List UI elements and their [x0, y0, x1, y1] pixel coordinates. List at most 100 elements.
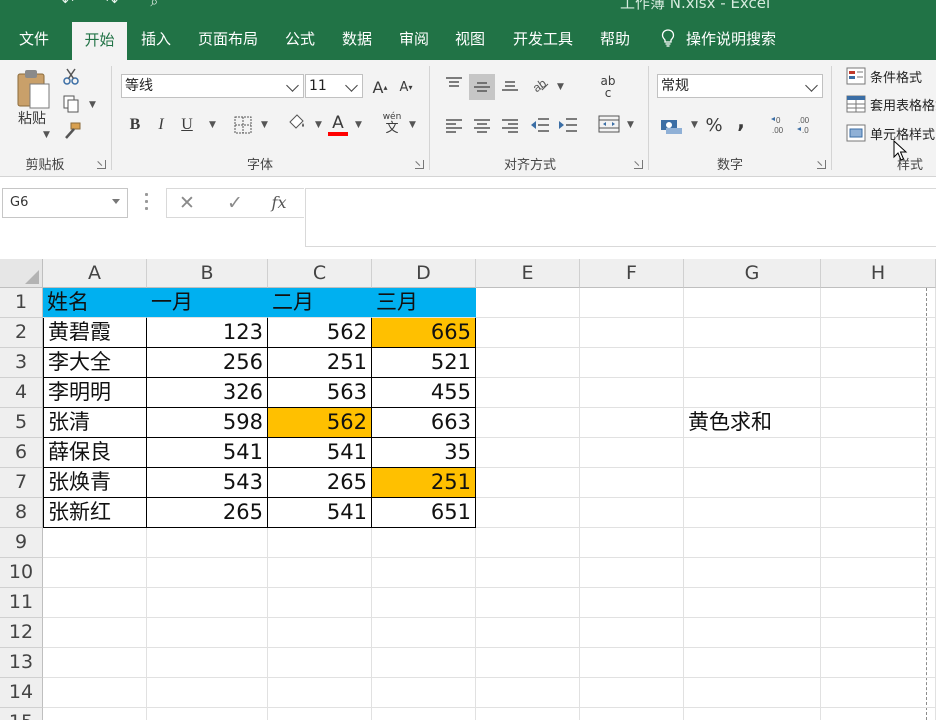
- cell-d4[interactable]: 455: [372, 378, 476, 408]
- cell-f1[interactable]: [580, 288, 684, 318]
- cell-g3[interactable]: [684, 348, 821, 378]
- cell-a13[interactable]: [43, 648, 147, 678]
- cell-d10[interactable]: [372, 558, 476, 588]
- cell-a8[interactable]: 张新红: [43, 498, 147, 528]
- cell-c14[interactable]: [268, 678, 372, 708]
- row-header-4[interactable]: 4: [0, 378, 43, 408]
- cell-c6[interactable]: 541: [268, 438, 372, 468]
- italic-button[interactable]: I: [150, 114, 172, 136]
- row-header-14[interactable]: 14: [0, 678, 43, 708]
- tab-insert[interactable]: 插入: [132, 20, 180, 60]
- cell-d1[interactable]: 三月: [372, 288, 476, 318]
- tab-developer[interactable]: 开发工具: [505, 20, 581, 60]
- cell-f9[interactable]: [580, 528, 684, 558]
- column-header-d[interactable]: D: [372, 259, 476, 288]
- row-header-8[interactable]: 8: [0, 498, 43, 528]
- phonetic-guide-button[interactable]: wén 文: [380, 110, 404, 138]
- cell-c3[interactable]: 251: [268, 348, 372, 378]
- cell-e13[interactable]: [476, 648, 580, 678]
- cell-h2[interactable]: [821, 318, 936, 348]
- cell-b3[interactable]: 256: [147, 348, 268, 378]
- cell-g13[interactable]: [684, 648, 821, 678]
- cell-h3[interactable]: [821, 348, 936, 378]
- cell-a14[interactable]: [43, 678, 147, 708]
- fill-color-icon[interactable]: [286, 112, 308, 136]
- cell-h6[interactable]: [821, 438, 936, 468]
- fill-color-dropdown-icon[interactable]: ▼: [315, 120, 322, 130]
- merge-dropdown-icon[interactable]: ▼: [627, 120, 634, 130]
- borders-icon[interactable]: [234, 116, 252, 134]
- cell-e4[interactable]: [476, 378, 580, 408]
- name-box-dropdown-icon[interactable]: [112, 199, 120, 204]
- cell-g1[interactable]: [684, 288, 821, 318]
- tab-help[interactable]: 帮助: [591, 20, 639, 60]
- cell-a1[interactable]: 姓名: [43, 288, 147, 318]
- format-painter-icon[interactable]: [62, 122, 82, 140]
- accounting-dropdown-icon[interactable]: ▼: [691, 120, 698, 130]
- borders-dropdown-icon[interactable]: ▼: [261, 120, 268, 130]
- cell-b4[interactable]: 326: [147, 378, 268, 408]
- cell-d3[interactable]: 521: [372, 348, 476, 378]
- row-header-11[interactable]: 11: [0, 588, 43, 618]
- row-header-6[interactable]: 6: [0, 438, 43, 468]
- number-format-combo[interactable]: 常规: [657, 74, 823, 98]
- increase-indent-icon[interactable]: [558, 116, 578, 134]
- cell-e7[interactable]: [476, 468, 580, 498]
- wrap-text-button[interactable]: ab c: [596, 72, 620, 102]
- bold-button[interactable]: B: [124, 114, 146, 136]
- alignment-dialog-launcher-icon[interactable]: [634, 160, 643, 169]
- cell-f2[interactable]: [580, 318, 684, 348]
- align-right-icon[interactable]: [501, 118, 519, 134]
- cell-e9[interactable]: [476, 528, 580, 558]
- paste-dropdown[interactable]: ▼: [38, 130, 52, 140]
- cell-g4[interactable]: [684, 378, 821, 408]
- cell-d9[interactable]: [372, 528, 476, 558]
- conditional-format-button[interactable]: 条件格式: [846, 66, 922, 86]
- align-center-icon[interactable]: [473, 118, 491, 134]
- cell-c12[interactable]: [268, 618, 372, 648]
- cell-c9[interactable]: [268, 528, 372, 558]
- cell-a9[interactable]: [43, 528, 147, 558]
- cell-h8[interactable]: [821, 498, 936, 528]
- insert-function-button[interactable]: fx: [267, 193, 291, 215]
- cell-styles-button[interactable]: 单元格样式: [846, 123, 935, 143]
- row-header-1[interactable]: 1: [0, 288, 43, 318]
- cell-a12[interactable]: [43, 618, 147, 648]
- tab-view[interactable]: 视图: [446, 20, 494, 60]
- tab-formulas[interactable]: 公式: [276, 20, 324, 60]
- cell-e15[interactable]: [476, 708, 580, 720]
- cell-h14[interactable]: [821, 678, 936, 708]
- cell-h13[interactable]: [821, 648, 936, 678]
- cell-b6[interactable]: 541: [147, 438, 268, 468]
- cell-f8[interactable]: [580, 498, 684, 528]
- orientation-icon[interactable]: ab: [530, 74, 550, 94]
- row-header-3[interactable]: 3: [0, 348, 43, 378]
- row-header-10[interactable]: 10: [0, 558, 43, 588]
- font-dialog-launcher-icon[interactable]: [415, 160, 424, 169]
- cell-h9[interactable]: [821, 528, 936, 558]
- orientation-dropdown-icon[interactable]: ▼: [557, 82, 564, 92]
- cell-e1[interactable]: [476, 288, 580, 318]
- formula-input[interactable]: [305, 188, 936, 247]
- align-top-icon[interactable]: [445, 76, 463, 92]
- cell-g12[interactable]: [684, 618, 821, 648]
- cell-b1[interactable]: 一月: [147, 288, 268, 318]
- cell-h11[interactable]: [821, 588, 936, 618]
- cell-h1[interactable]: [821, 288, 936, 318]
- cell-b15[interactable]: [147, 708, 268, 720]
- tab-review[interactable]: 审阅: [390, 20, 438, 60]
- cell-a7[interactable]: 张焕青: [43, 468, 147, 498]
- cell-d7[interactable]: 251: [372, 468, 476, 498]
- cell-a10[interactable]: [43, 558, 147, 588]
- name-box[interactable]: G6: [2, 188, 128, 218]
- cell-c11[interactable]: [268, 588, 372, 618]
- cell-h10[interactable]: [821, 558, 936, 588]
- cell-h4[interactable]: [821, 378, 936, 408]
- align-middle-button[interactable]: [469, 74, 495, 100]
- cell-e5[interactable]: [476, 408, 580, 438]
- cell-g2[interactable]: [684, 318, 821, 348]
- cell-g15[interactable]: [684, 708, 821, 720]
- cell-e10[interactable]: [476, 558, 580, 588]
- cell-g6[interactable]: [684, 438, 821, 468]
- underline-dropdown-icon[interactable]: ▼: [209, 120, 216, 130]
